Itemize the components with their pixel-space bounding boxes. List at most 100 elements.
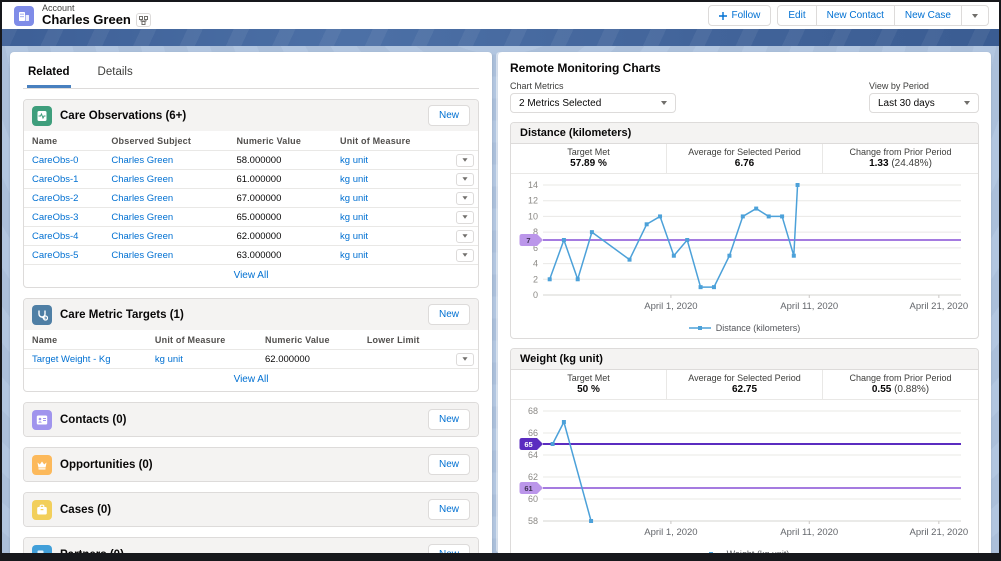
stat-cell: Change from Prior Period 0.55 (0.88%) xyxy=(823,370,978,399)
table-row: CareObs-2 Charles Green 67.000000 kg unit xyxy=(24,188,478,208)
new-button[interactable]: New xyxy=(427,499,470,520)
record-link[interactable]: CareObs-3 xyxy=(32,212,78,223)
svg-text:12: 12 xyxy=(528,196,538,206)
chevron-down-icon xyxy=(462,215,468,219)
record-link[interactable]: Charles Green xyxy=(111,174,173,185)
new-contact-button[interactable]: New Contact xyxy=(816,5,895,26)
record-link[interactable]: Charles Green xyxy=(111,231,173,242)
section-title: Care Observations (6+) xyxy=(60,109,187,122)
record-link[interactable]: CareObs-0 xyxy=(32,155,78,166)
chart-stats-row: Target Met 50 % Average for Selected Perio… xyxy=(511,370,978,400)
row-actions-button[interactable] xyxy=(456,172,474,186)
chevron-down-icon xyxy=(964,101,970,105)
new-care-observation-button[interactable]: New xyxy=(427,105,470,126)
row-actions-button[interactable] xyxy=(456,352,474,366)
record-link[interactable]: kg unit xyxy=(155,354,183,365)
table-row: CareObs-1 Charles Green 61.000000 kg unit xyxy=(24,169,478,189)
row-actions-button[interactable] xyxy=(456,153,474,167)
record-link[interactable]: Charles Green xyxy=(111,250,173,261)
column-header: Unit of Measure xyxy=(150,330,262,350)
legend-marker-icon xyxy=(688,326,711,330)
svg-text:64: 64 xyxy=(528,450,538,460)
table-row: CareObs-4 Charles Green 62.000000 kg unit xyxy=(24,226,478,246)
chevron-down-icon xyxy=(462,196,468,200)
stat-value: 57.89 % xyxy=(570,158,607,169)
related-list-header: Partners (0) New xyxy=(24,538,478,553)
care-observations-icon xyxy=(32,105,52,126)
related-list-header: Opportunities (0) New xyxy=(24,448,478,481)
stat-cell: Average for Selected Period 6.76 xyxy=(667,144,823,173)
record-link[interactable]: kg unit xyxy=(340,212,368,223)
row-actions-button[interactable] xyxy=(456,248,474,262)
hierarchy-icon xyxy=(138,15,148,25)
header-actions: Follow Edit New Contact New Case xyxy=(708,5,989,26)
care-metric-targets-header: Care Metric Targets (1) New xyxy=(24,299,478,330)
new-case-button[interactable]: New Case xyxy=(894,5,962,26)
record-link[interactable]: CareObs-4 xyxy=(32,231,78,242)
entity-header: Account Charles Green xyxy=(14,3,151,28)
record-link[interactable]: CareObs-2 xyxy=(32,193,78,204)
section-title: Cases (0) xyxy=(60,503,112,516)
record-link[interactable]: kg unit xyxy=(340,155,368,166)
chart-plot-area: 0 2 4 6 8 10 12 14 April 1, 2020 April 11, 2020 Ap… xyxy=(511,174,978,322)
chart-plot-area: 58 60 62 64 66 68 April 1, 2020 April 11, 2020 A… xyxy=(511,400,978,548)
care-metric-targets-view-all-link[interactable]: View All xyxy=(24,369,478,391)
record-link[interactable]: kg unit xyxy=(340,250,368,261)
row-actions-button[interactable] xyxy=(456,229,474,243)
new-care-metric-target-button[interactable]: New xyxy=(427,304,470,325)
care-observations-card: Care Observations (6+) New Name Observed … xyxy=(23,99,479,288)
chart-title: Weight (kg unit) xyxy=(511,349,978,370)
care-metric-targets-icon xyxy=(32,304,52,325)
new-button[interactable]: New xyxy=(427,454,470,475)
screenshot-frame: Account Charles Green Follow Edit New Co… xyxy=(0,0,1001,561)
column-header: Observed Subject xyxy=(107,131,233,151)
stat-value: 50 % xyxy=(577,384,600,395)
chart-metrics-select[interactable]: 2 Metrics Selected xyxy=(510,93,676,113)
section-title: Partners (0) xyxy=(60,549,420,554)
stat-cell: Target Met 50 % xyxy=(511,370,667,399)
record-link[interactable]: CareObs-1 xyxy=(32,174,78,185)
care-observations-table: Name Observed Subject Numeric Value Unit of… xyxy=(24,131,478,265)
record-link[interactable]: Target Weight - Kg xyxy=(32,354,111,365)
svg-text:April 21, 2020: April 21, 2020 xyxy=(910,527,969,538)
view-hierarchy-button[interactable] xyxy=(135,13,151,28)
record-link[interactable]: kg unit xyxy=(340,174,368,185)
svg-text:14: 14 xyxy=(528,180,538,190)
tab-details[interactable]: Details xyxy=(97,60,134,88)
more-actions-button[interactable] xyxy=(962,5,989,26)
record-tabs: Related Details xyxy=(23,60,479,89)
svg-text:60: 60 xyxy=(528,494,538,504)
record-link[interactable]: Charles Green xyxy=(111,155,173,166)
chevron-down-icon xyxy=(462,158,468,162)
record-link[interactable]: Charles Green xyxy=(111,193,173,204)
chevron-down-icon xyxy=(661,101,667,105)
stat-label: Change from Prior Period xyxy=(849,147,952,157)
stat-value: 62.75 xyxy=(731,384,758,395)
chevron-down-icon xyxy=(462,177,468,181)
stat-cell: Average for Selected Period 62.75 xyxy=(667,370,823,399)
svg-text:April 1, 2020: April 1, 2020 xyxy=(644,301,697,312)
legend-marker-icon xyxy=(708,552,713,553)
care-observations-view-all-link[interactable]: View All xyxy=(24,265,478,287)
section-title: Opportunities (0) xyxy=(60,458,153,471)
record-link[interactable]: kg unit xyxy=(340,193,368,204)
edit-button[interactable]: Edit xyxy=(777,5,817,26)
related-list-header: Cases (0) New xyxy=(24,493,478,526)
left-panel-scrollbar[interactable] xyxy=(496,52,503,553)
view-by-period-select[interactable]: Last 30 days xyxy=(869,93,979,113)
stat-label: Change from Prior Period xyxy=(849,373,952,383)
tab-related[interactable]: Related xyxy=(27,60,71,88)
svg-text:68: 68 xyxy=(528,406,538,416)
new-button[interactable]: New xyxy=(427,544,470,553)
row-actions-button[interactable] xyxy=(456,191,474,205)
svg-text:61: 61 xyxy=(524,484,532,493)
svg-text:58: 58 xyxy=(528,516,538,526)
row-actions-button[interactable] xyxy=(456,210,474,224)
record-link[interactable]: Charles Green xyxy=(111,212,173,223)
record-link[interactable]: CareObs-5 xyxy=(32,250,78,261)
record-link[interactable]: kg unit xyxy=(340,231,368,242)
svg-text:April 11, 2020: April 11, 2020 xyxy=(780,527,838,538)
new-button[interactable]: New xyxy=(427,409,470,430)
follow-button[interactable]: Follow xyxy=(708,5,772,26)
chart-title: Distance (kilometers) xyxy=(511,123,978,144)
